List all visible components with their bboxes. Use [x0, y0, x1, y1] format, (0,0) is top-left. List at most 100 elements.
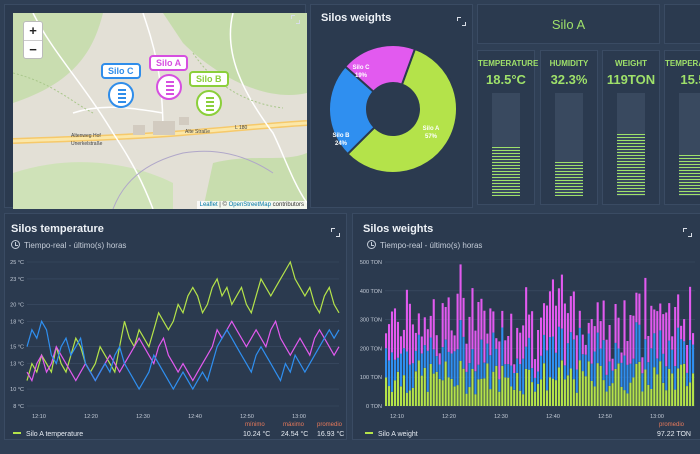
osm-link[interactable]: OpenStreetMap — [229, 202, 271, 208]
weight-bar-0 — [584, 376, 587, 406]
zoom-in-button[interactable]: + — [24, 22, 42, 40]
silo-icon — [107, 82, 134, 108]
fullscreen-icon[interactable] — [683, 228, 692, 237]
weight-bar-0 — [447, 377, 450, 406]
weight-bar-1 — [385, 348, 388, 378]
fullscreen-icon[interactable] — [331, 228, 340, 237]
x-tick-label: 12:20 — [442, 414, 456, 420]
weight-bar-2 — [575, 335, 578, 370]
weight-bar-0 — [525, 368, 528, 406]
panel-title: Silos weights — [363, 223, 434, 235]
weight-bar-0 — [677, 368, 680, 406]
weight-bar-1 — [510, 365, 513, 387]
weight-panel: Silos weights Tiempo-real - último(s) ho… — [352, 213, 700, 440]
weight-bar-0 — [602, 380, 605, 406]
metric-bar — [617, 93, 645, 196]
y-tick-label: 15 °C — [10, 345, 24, 351]
weight-bar-1 — [456, 349, 459, 386]
weight-bar-0 — [510, 386, 513, 406]
weight-bar-2 — [447, 297, 450, 352]
weight-bar-2 — [692, 333, 695, 345]
weight-bar-2 — [540, 317, 543, 356]
y-tick-label: 500 TON — [360, 260, 382, 266]
weight-bar-1 — [417, 334, 420, 361]
weight-bar-0 — [453, 386, 456, 406]
legend-swatch — [365, 432, 373, 434]
weight-bar-2 — [385, 333, 388, 349]
attribution-separator: | © — [217, 202, 229, 208]
weight-bar-2 — [471, 288, 474, 350]
weight-bar-1 — [414, 350, 417, 372]
weight-bar-2 — [504, 340, 507, 365]
weight-bar-2 — [572, 291, 575, 340]
weight-bar-0 — [686, 386, 689, 406]
weight-bar-0 — [578, 360, 581, 406]
weight-bar-0 — [623, 390, 626, 406]
temperature-series-2 — [26, 319, 340, 391]
legend-series[interactable]: Silo A weight — [365, 431, 418, 438]
weight-bar-1 — [656, 358, 659, 375]
weight-bar-0 — [653, 367, 656, 406]
metric-value: 32.3% — [550, 72, 588, 87]
fullscreen-icon[interactable] — [291, 15, 300, 24]
weight-bar-0 — [692, 373, 695, 406]
fullscreen-icon[interactable] — [457, 17, 466, 26]
marker-label: Silo A — [149, 55, 189, 71]
map-marker-silo-c[interactable]: Silo C — [101, 61, 141, 108]
weight-bar-0 — [674, 389, 677, 406]
weight-bar-2 — [581, 334, 584, 355]
weight-bar-1 — [525, 346, 528, 369]
weight-bar-2 — [632, 315, 635, 359]
attribution-tail: contributors — [270, 202, 304, 208]
weight-bar-1 — [459, 320, 462, 361]
weight-bar-2 — [542, 303, 546, 335]
weight-bar-2 — [465, 343, 468, 372]
weight-bar-2 — [659, 303, 662, 331]
weight-bar-1 — [599, 348, 602, 366]
weight-bar-1 — [617, 348, 620, 364]
map-attribution: Leaflet | © OpenStreetMap contributors — [196, 201, 307, 209]
weight-bar-1 — [629, 363, 632, 383]
metric-fill — [555, 162, 583, 196]
weight-bar-1 — [683, 341, 686, 364]
panel-title: Silos weights — [321, 12, 392, 24]
weight-bar-0 — [575, 392, 578, 406]
weight-bar-0 — [483, 378, 486, 406]
weight-bar-0 — [441, 380, 444, 406]
weight-bar-2 — [608, 325, 611, 362]
weight-bar-0 — [629, 382, 632, 406]
map-view[interactable]: Altenweg Hof Unerkelstraße Alte Straße L… — [13, 13, 307, 209]
weight-bar-0 — [632, 377, 635, 406]
weight-bar-1 — [468, 363, 471, 388]
legend-series-name: Silo A temperature — [26, 431, 84, 438]
weight-bar-2 — [554, 305, 557, 353]
weight-bar-1 — [563, 365, 566, 380]
leaflet-link[interactable]: Leaflet — [200, 202, 218, 208]
metric-weight: WEIGHT 119TON — [602, 50, 660, 205]
weight-bar-2 — [420, 336, 423, 354]
weight-bar-0 — [599, 365, 602, 406]
pie-percent-silo-c: 19% — [355, 73, 368, 79]
zoom-out-button[interactable]: − — [24, 40, 42, 58]
weight-bar-1 — [653, 333, 656, 368]
weight-bar-2 — [563, 303, 566, 366]
silo-icon — [195, 90, 222, 116]
weight-bar-2 — [483, 310, 486, 363]
weight-bar-2 — [423, 317, 426, 346]
weight-bar-1 — [680, 339, 683, 365]
weight-bar-1 — [542, 334, 546, 364]
x-tick-label: 12:30 — [494, 414, 508, 420]
map-marker-silo-b[interactable]: Silo B — [189, 69, 229, 116]
weight-bar-0 — [522, 394, 525, 406]
map-marker-silo-a[interactable]: Silo A — [149, 53, 189, 100]
weight-bar-1 — [393, 359, 397, 381]
weight-bar-2 — [519, 332, 522, 364]
weight-bar-1 — [554, 352, 557, 381]
weight-bar-2 — [408, 303, 411, 365]
weight-bar-1 — [402, 348, 405, 376]
weight-bar-0 — [596, 363, 599, 406]
weight-bar-0 — [387, 386, 391, 406]
legend-series[interactable]: Silo A temperature — [13, 431, 83, 438]
weight-bar-2 — [411, 324, 414, 364]
weight-bar-0 — [504, 377, 507, 406]
